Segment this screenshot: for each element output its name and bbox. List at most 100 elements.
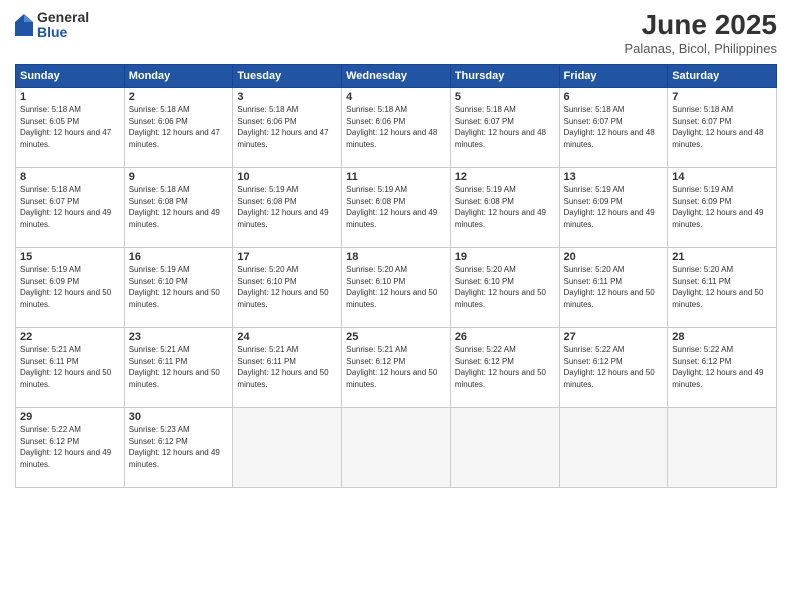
day-number: 4 bbox=[346, 91, 446, 103]
day-info: Sunrise: 5:20 AMSunset: 6:10 PMDaylight:… bbox=[346, 265, 437, 309]
day-number: 14 bbox=[672, 171, 772, 183]
day-number: 15 bbox=[20, 251, 120, 263]
day-info: Sunrise: 5:19 AMSunset: 6:10 PMDaylight:… bbox=[129, 265, 220, 309]
table-row: 19 Sunrise: 5:20 AMSunset: 6:10 PMDayligh… bbox=[450, 247, 559, 327]
table-row bbox=[233, 407, 342, 487]
day-info: Sunrise: 5:21 AMSunset: 6:11 PMDaylight:… bbox=[20, 345, 111, 389]
day-info: Sunrise: 5:21 AMSunset: 6:12 PMDaylight:… bbox=[346, 345, 437, 389]
title-block: June 2025 Palanas, Bicol, Philippines bbox=[625, 10, 777, 56]
table-row: 25Sunrise: 5:21 AMSunset: 6:12 PMDayligh… bbox=[342, 327, 451, 407]
day-number: 19 bbox=[455, 251, 555, 263]
table-row: 22 Sunrise: 5:21 AMSunset: 6:11 PMDayligh… bbox=[16, 327, 125, 407]
day-info: Sunrise: 5:18 AMSunset: 6:06 PMDaylight:… bbox=[237, 105, 328, 149]
day-number: 23 bbox=[129, 331, 229, 343]
table-row: 12Sunrise: 5:19 AMSunset: 6:08 PMDayligh… bbox=[450, 167, 559, 247]
day-number: 22 bbox=[20, 331, 120, 343]
location-subtitle: Palanas, Bicol, Philippines bbox=[625, 41, 777, 56]
col-saturday: Saturday bbox=[668, 64, 777, 87]
logo-general: General bbox=[37, 10, 89, 25]
day-number: 24 bbox=[237, 331, 337, 343]
day-info: Sunrise: 5:18 AMSunset: 6:08 PMDaylight:… bbox=[129, 185, 220, 229]
day-info: Sunrise: 5:18 AMSunset: 6:06 PMDaylight:… bbox=[129, 105, 220, 149]
day-number: 17 bbox=[237, 251, 337, 263]
day-info: Sunrise: 5:18 AMSunset: 6:07 PMDaylight:… bbox=[672, 105, 763, 149]
day-info: Sunrise: 5:20 AMSunset: 6:10 PMDaylight:… bbox=[455, 265, 546, 309]
calendar-body: 1 Sunrise: 5:18 AMSunset: 6:05 PMDaylight… bbox=[16, 87, 777, 487]
col-tuesday: Tuesday bbox=[233, 64, 342, 87]
day-info: Sunrise: 5:22 AMSunset: 6:12 PMDaylight:… bbox=[20, 425, 111, 469]
day-info: Sunrise: 5:22 AMSunset: 6:12 PMDaylight:… bbox=[455, 345, 546, 389]
table-row: 26Sunrise: 5:22 AMSunset: 6:12 PMDayligh… bbox=[450, 327, 559, 407]
calendar-table: Sunday Monday Tuesday Wednesday Thursday… bbox=[15, 64, 777, 488]
month-title: June 2025 bbox=[625, 10, 777, 41]
day-number: 21 bbox=[672, 251, 772, 263]
table-row: 9 Sunrise: 5:18 AMSunset: 6:08 PMDaylight… bbox=[124, 167, 233, 247]
table-row: 18 Sunrise: 5:20 AMSunset: 6:10 PMDayligh… bbox=[342, 247, 451, 327]
day-number: 28 bbox=[672, 331, 772, 343]
col-wednesday: Wednesday bbox=[342, 64, 451, 87]
table-row bbox=[559, 407, 668, 487]
day-info: Sunrise: 5:19 AMSunset: 6:08 PMDaylight:… bbox=[237, 185, 328, 229]
page: General Blue June 2025 Palanas, Bicol, P… bbox=[0, 0, 792, 612]
table-row: 30 Sunrise: 5:23 AMSunset: 6:12 PMDayligh… bbox=[124, 407, 233, 487]
day-number: 9 bbox=[129, 171, 229, 183]
calendar-week-row: 22 Sunrise: 5:21 AMSunset: 6:11 PMDayligh… bbox=[16, 327, 777, 407]
day-number: 29 bbox=[20, 411, 120, 423]
table-row: 14 Sunrise: 5:19 AMSunset: 6:09 PMDayligh… bbox=[668, 167, 777, 247]
day-number: 2 bbox=[129, 91, 229, 103]
day-number: 1 bbox=[20, 91, 120, 103]
table-row: 13 Sunrise: 5:19 AMSunset: 6:09 PMDayligh… bbox=[559, 167, 668, 247]
col-thursday: Thursday bbox=[450, 64, 559, 87]
calendar-week-row: 1 Sunrise: 5:18 AMSunset: 6:05 PMDaylight… bbox=[16, 87, 777, 167]
day-info: Sunrise: 5:22 AMSunset: 6:12 PMDaylight:… bbox=[672, 345, 763, 389]
day-number: 13 bbox=[564, 171, 664, 183]
logo: General Blue bbox=[15, 10, 89, 41]
day-info: Sunrise: 5:20 AMSunset: 6:10 PMDaylight:… bbox=[237, 265, 328, 309]
calendar-week-row: 8 Sunrise: 5:18 AMSunset: 6:07 PMDaylight… bbox=[16, 167, 777, 247]
day-info: Sunrise: 5:19 AMSunset: 6:09 PMDaylight:… bbox=[564, 185, 655, 229]
table-row: 20 Sunrise: 5:20 AMSunset: 6:11 PMDayligh… bbox=[559, 247, 668, 327]
table-row: 21 Sunrise: 5:20 AMSunset: 6:11 PMDayligh… bbox=[668, 247, 777, 327]
table-row: 15 Sunrise: 5:19 AMSunset: 6:09 PMDayligh… bbox=[16, 247, 125, 327]
table-row bbox=[450, 407, 559, 487]
table-row: 6Sunrise: 5:18 AMSunset: 6:07 PMDaylight… bbox=[559, 87, 668, 167]
day-number: 10 bbox=[237, 171, 337, 183]
table-row: 27Sunrise: 5:22 AMSunset: 6:12 PMDayligh… bbox=[559, 327, 668, 407]
day-number: 8 bbox=[20, 171, 120, 183]
calendar-week-row: 15 Sunrise: 5:19 AMSunset: 6:09 PMDayligh… bbox=[16, 247, 777, 327]
day-info: Sunrise: 5:19 AMSunset: 6:09 PMDaylight:… bbox=[672, 185, 763, 229]
table-row: 1 Sunrise: 5:18 AMSunset: 6:05 PMDaylight… bbox=[16, 87, 125, 167]
calendar-header-row: Sunday Monday Tuesday Wednesday Thursday… bbox=[16, 64, 777, 87]
day-info: Sunrise: 5:18 AMSunset: 6:05 PMDaylight:… bbox=[20, 105, 111, 149]
day-info: Sunrise: 5:20 AMSunset: 6:11 PMDaylight:… bbox=[564, 265, 655, 309]
day-info: Sunrise: 5:18 AMSunset: 6:07 PMDaylight:… bbox=[455, 105, 546, 149]
day-number: 7 bbox=[672, 91, 772, 103]
day-info: Sunrise: 5:19 AMSunset: 6:08 PMDaylight:… bbox=[455, 185, 546, 229]
table-row: 24Sunrise: 5:21 AMSunset: 6:11 PMDayligh… bbox=[233, 327, 342, 407]
day-number: 30 bbox=[129, 411, 229, 423]
table-row bbox=[342, 407, 451, 487]
day-number: 18 bbox=[346, 251, 446, 263]
table-row: 17 Sunrise: 5:20 AMSunset: 6:10 PMDayligh… bbox=[233, 247, 342, 327]
table-row: 8 Sunrise: 5:18 AMSunset: 6:07 PMDaylight… bbox=[16, 167, 125, 247]
day-info: Sunrise: 5:23 AMSunset: 6:12 PMDaylight:… bbox=[129, 425, 220, 469]
table-row: 2 Sunrise: 5:18 AMSunset: 6:06 PMDaylight… bbox=[124, 87, 233, 167]
table-row: 28 Sunrise: 5:22 AMSunset: 6:12 PMDayligh… bbox=[668, 327, 777, 407]
day-number: 6 bbox=[564, 91, 664, 103]
logo-icon bbox=[15, 14, 33, 36]
col-sunday: Sunday bbox=[16, 64, 125, 87]
day-number: 11 bbox=[346, 171, 446, 183]
col-friday: Friday bbox=[559, 64, 668, 87]
table-row: 3 Sunrise: 5:18 AMSunset: 6:06 PMDaylight… bbox=[233, 87, 342, 167]
table-row: 4Sunrise: 5:18 AMSunset: 6:06 PMDaylight… bbox=[342, 87, 451, 167]
day-number: 20 bbox=[564, 251, 664, 263]
day-info: Sunrise: 5:18 AMSunset: 6:07 PMDaylight:… bbox=[20, 185, 111, 229]
table-row: 7 Sunrise: 5:18 AMSunset: 6:07 PMDaylight… bbox=[668, 87, 777, 167]
logo-blue: Blue bbox=[37, 25, 89, 40]
table-row: 5Sunrise: 5:18 AMSunset: 6:07 PMDaylight… bbox=[450, 87, 559, 167]
day-info: Sunrise: 5:19 AMSunset: 6:08 PMDaylight:… bbox=[346, 185, 437, 229]
day-info: Sunrise: 5:19 AMSunset: 6:09 PMDaylight:… bbox=[20, 265, 111, 309]
col-monday: Monday bbox=[124, 64, 233, 87]
day-number: 3 bbox=[237, 91, 337, 103]
day-info: Sunrise: 5:20 AMSunset: 6:11 PMDaylight:… bbox=[672, 265, 763, 309]
